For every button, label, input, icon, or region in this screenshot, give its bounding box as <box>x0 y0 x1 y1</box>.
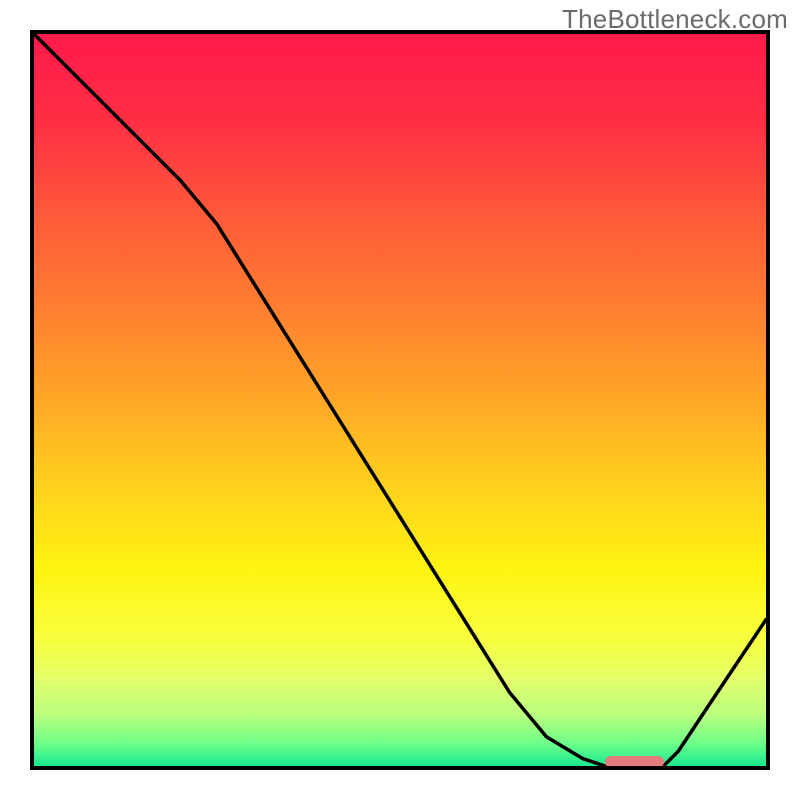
bottleneck-curve <box>34 34 766 766</box>
plot-frame <box>30 30 770 770</box>
optimal-zone-marker <box>605 756 664 768</box>
chart-container: TheBottleneck.com <box>0 0 800 800</box>
